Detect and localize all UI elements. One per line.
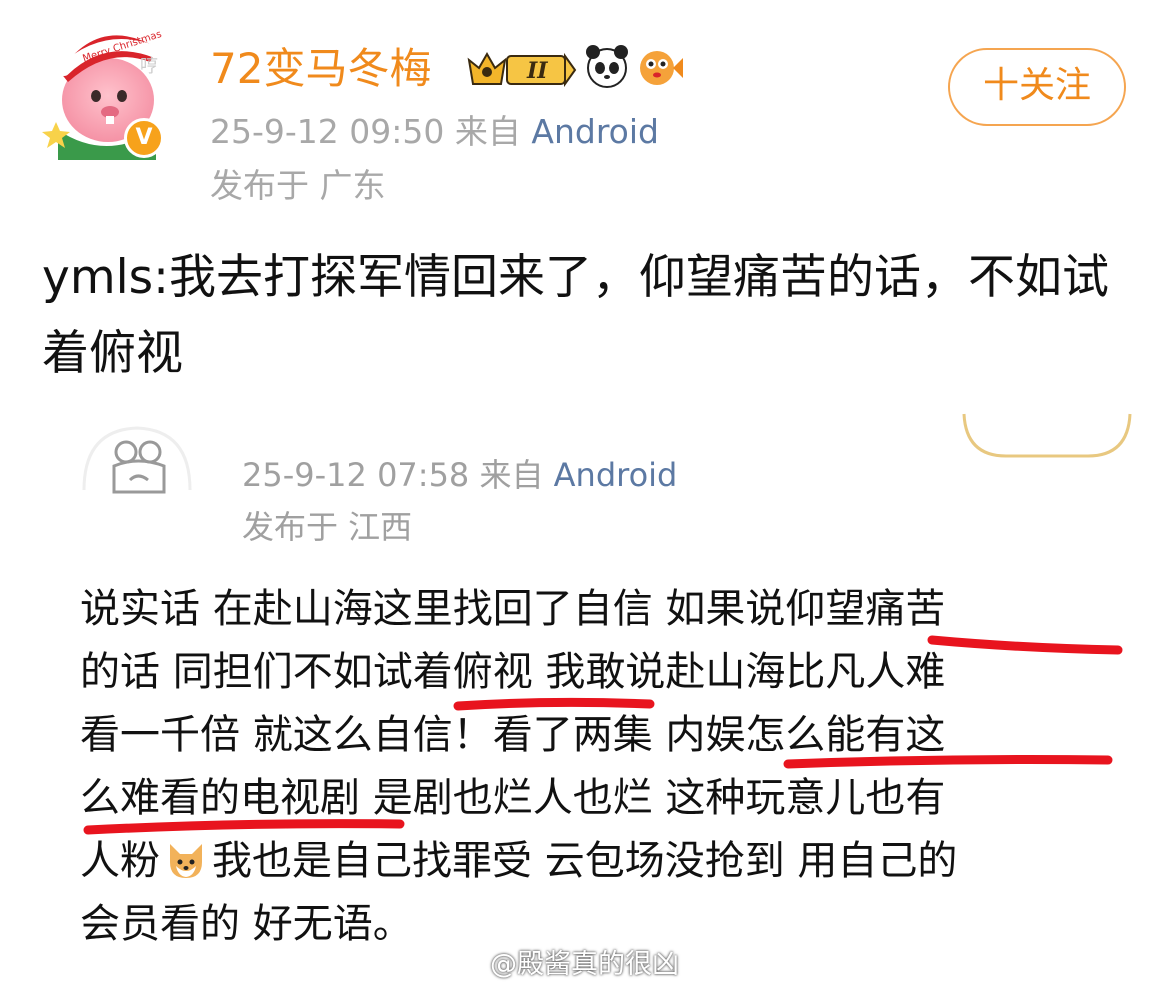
post-timestamp: 25-9-12 09:50 [210,112,445,151]
embedded-line-part: 人粉 [80,838,160,884]
embedded-follow-button [962,413,1132,458]
embedded-avatar-icon [82,426,192,494]
watermark-text: @殿酱真的很凶 [490,949,679,980]
embedded-line: 人粉 我也是自己找罪受 云包场没抢到 用自己的 [80,830,1135,893]
embedded-source-app: Android [553,456,678,494]
vip-crown-badge-icon[interactable]: II [465,46,577,90]
embedded-line: 的话 同担们不如试着俯视 我敢说赴山海比凡人难 [80,649,946,695]
post-meta: 25-9-12 09:50 来自 Android [210,110,659,154]
embedded-source-prefix: 来自 [479,456,544,494]
embedded-line: 看一千倍 就这么自信！看了两集 内娱怎么能有这 [80,712,946,758]
embedded-meta: 25-9-12 07:58 来自 Android [242,452,677,498]
vip-level: II [526,58,548,84]
emoji-badges [585,44,685,90]
source-prefix: 来自 [454,112,521,151]
verified-badge-icon: V [124,118,164,158]
embedded-location: 发布于 江西 [242,508,413,546]
embedded-line-part: 我也是自己找罪受 云包场没抢到 用自己的 [212,838,958,884]
post-location: 发布于 广东 [210,166,386,205]
weibo-logo-icon [452,951,488,979]
follow-button[interactable]: 十关注 [948,48,1126,126]
embedded-line: 说实话 在赴山海这里找回了自信 如果说仰望痛苦 [80,586,946,632]
embedded-screenshot: 25-9-12 07:58 来自 Android 发布于 江西 说实话 在赴山海… [70,412,1135,994]
embedded-timestamp: 25-9-12 07:58 [242,456,470,494]
avatar-side-text: 哼 [140,56,158,77]
panda-icon [586,45,628,88]
embedded-line: 么难看的电视剧 是剧也烂人也烂 这种玩意儿也有 [80,775,946,821]
source-app-link[interactable]: Android [531,112,659,151]
pufferfish-icon [640,51,683,85]
shiba-dog-emoji-icon [170,844,202,878]
post-text: ymls:我去打探军情回来了，仰望痛苦的话，不如试着俯视 [42,250,1109,381]
embedded-post-text: 说实话 在赴山海这里找回了自信 如果说仰望痛苦 的话 同担们不如试着俯视 我敢说… [80,578,1135,956]
username[interactable]: 72变马冬梅 [210,42,431,96]
watermark: @殿酱真的很凶 [452,946,679,984]
